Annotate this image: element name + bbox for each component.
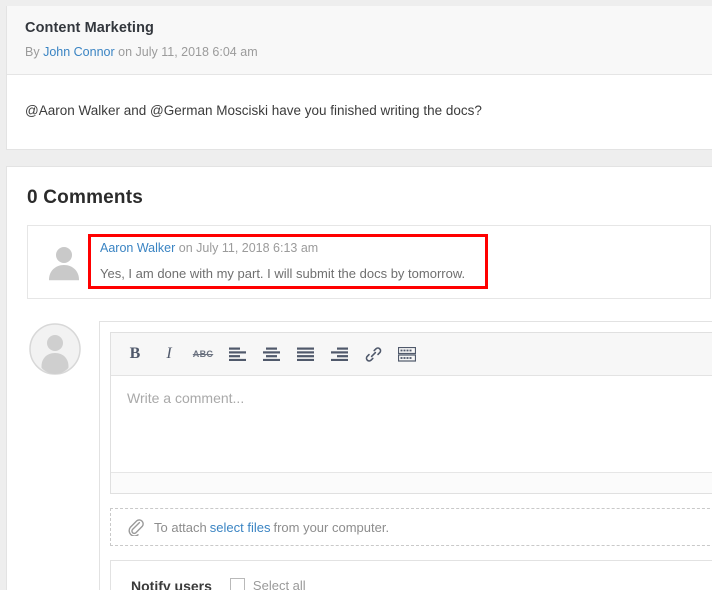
avatar xyxy=(42,240,86,284)
toolbar-toggle-icon[interactable] xyxy=(391,339,423,369)
strikethrough-icon[interactable]: ABC xyxy=(187,339,219,369)
notify-users-panel: Notify users Select all xyxy=(110,560,712,590)
post-body: @Aaron Walker and @German Mosciski have … xyxy=(7,74,712,149)
post-meta-by: By xyxy=(25,45,40,59)
bold-glyph: B xyxy=(129,345,141,362)
paperclip-icon xyxy=(127,518,144,536)
comment-timestamp: July 11, 2018 6:13 am xyxy=(196,241,319,255)
attach-prefix: To attach xyxy=(154,519,207,535)
align-left-icon[interactable] xyxy=(221,339,253,369)
comment-meta: Aaron Walker on July 11, 2018 6:13 am xyxy=(100,240,696,256)
select-all-wrapper[interactable]: Select all xyxy=(229,578,306,590)
post-timestamp: July 11, 2018 6:04 am xyxy=(135,45,258,59)
post-author-link[interactable]: John Connor xyxy=(43,45,115,59)
italic-icon[interactable]: I xyxy=(153,339,185,369)
bold-icon[interactable]: B xyxy=(119,339,151,369)
comments-heading: 0 Comments xyxy=(27,187,144,208)
comment-meta-on: on xyxy=(178,241,193,255)
comment-body: Aaron Walker on July 11, 2018 6:13 am Ye… xyxy=(100,238,696,283)
align-justify-icon[interactable] xyxy=(289,339,321,369)
current-user-avatar xyxy=(29,323,81,375)
page-title: Content Marketing xyxy=(25,20,154,36)
comments-page: Content Marketing By John Connor on July… xyxy=(0,0,712,590)
strikethrough-glyph: ABC xyxy=(192,349,214,359)
comment-item: Aaron Walker on July 11, 2018 6:13 am Ye… xyxy=(27,225,711,299)
comment-author-link[interactable]: Aaron Walker xyxy=(100,241,175,255)
post-card: Content Marketing By John Connor on July… xyxy=(6,6,712,150)
select-all-checkbox[interactable] xyxy=(229,578,245,590)
editor-toolbar: B I ABC xyxy=(111,333,712,376)
link-icon[interactable] xyxy=(357,339,389,369)
attach-files-dropzone[interactable]: To attach select files from your compute… xyxy=(110,508,712,546)
italic-glyph: I xyxy=(166,345,172,362)
select-all-label[interactable]: Select all xyxy=(253,578,306,590)
composer-panel: B I ABC Write a comment... To attach sel… xyxy=(99,321,712,590)
align-right-icon[interactable] xyxy=(323,339,355,369)
comments-section: 0 Comments Aaron Walker on July 11, 2018… xyxy=(6,166,712,590)
notify-users-label: Notify users xyxy=(131,577,212,590)
rich-text-editor: B I ABC Write a comment... xyxy=(110,332,712,494)
align-center-icon[interactable] xyxy=(255,339,287,369)
comment-input[interactable]: Write a comment... xyxy=(111,376,712,472)
comment-list: Aaron Walker on July 11, 2018 6:13 am Ye… xyxy=(7,209,712,299)
comment-text: Yes, I am done with my part. I will subm… xyxy=(100,266,466,282)
comment-input-placeholder: Write a comment... xyxy=(127,390,245,406)
post-meta-on: on xyxy=(118,45,133,59)
comment-composer-row: B I ABC Write a comment... To attach sel… xyxy=(7,299,712,590)
post-meta: By John Connor on July 11, 2018 6:04 am xyxy=(25,44,712,62)
editor-statusbar xyxy=(111,472,712,493)
attach-suffix: from your computer. xyxy=(273,519,390,535)
select-files-link[interactable]: select files xyxy=(210,520,271,535)
post-header: Content Marketing By John Connor on July… xyxy=(7,6,712,75)
